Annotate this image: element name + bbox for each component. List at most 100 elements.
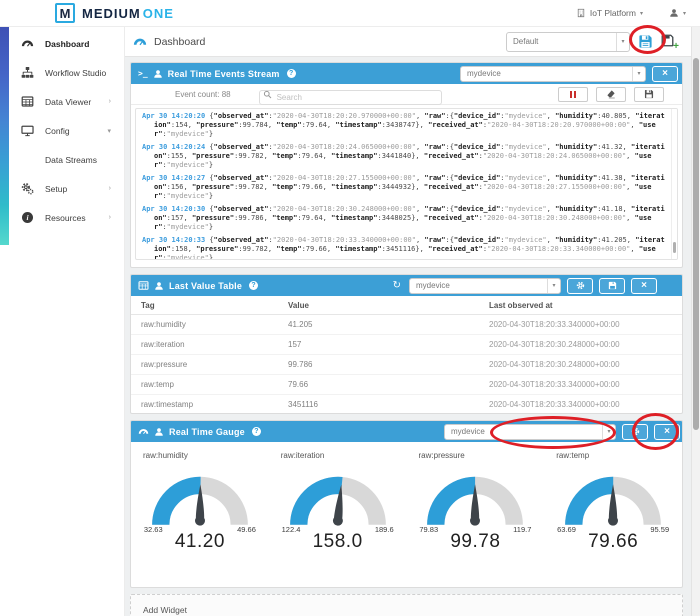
- close-icon: ×: [664, 425, 670, 437]
- real-time-gauge-panel: Real Time Gauge ? mydevice ▾ × raw:humid…: [130, 420, 683, 588]
- sidebar-item-setup[interactable]: Setup ›: [0, 174, 124, 203]
- last-value-table-header[interactable]: Last Value Table ? ↻ mydevice ▾ ×: [131, 275, 682, 296]
- gauge-min: 122.4: [281, 525, 301, 534]
- save-dashboard-icon[interactable]: [638, 34, 653, 49]
- gauge: raw:humidity 32.63 49.66 41.20: [131, 442, 269, 587]
- events-scrollbar: [671, 109, 677, 259]
- table-device-select[interactable]: mydevice ▾: [409, 277, 561, 294]
- events-close-button[interactable]: ×: [652, 65, 678, 82]
- gauge-label: raw:iteration: [280, 451, 325, 460]
- gauge-arc: [565, 476, 662, 526]
- search-icon: [263, 90, 272, 99]
- events-stream-panel: >_ Real Time Events Stream ? mydevice ▾ …: [130, 62, 683, 268]
- gauge-close-button[interactable]: ×: [654, 423, 680, 440]
- page-title: Dashboard: [154, 35, 206, 48]
- gauge-max: 49.66: [237, 525, 256, 534]
- sidebar-item-resources[interactable]: i Resources ›: [0, 203, 124, 232]
- table-settings-button[interactable]: [567, 277, 593, 294]
- events-search: [258, 87, 442, 105]
- page-scrollbar-thumb[interactable]: [693, 58, 699, 430]
- gauge-min: 63.69: [557, 525, 576, 534]
- help-icon[interactable]: ?: [286, 69, 296, 78]
- events-stream-header[interactable]: >_ Real Time Events Stream ? mydevice ▾ …: [131, 63, 682, 84]
- caret-down-icon: ▾: [632, 66, 645, 81]
- caret-down-icon: ▾: [616, 32, 629, 51]
- table-row: raw:timestamp 3451116 2020-04-30T18:20:33.…: [131, 395, 682, 413]
- platform-label: IoT Platform: [589, 8, 636, 18]
- table-row: raw:iteration 157 2020-04-30T18:20:30.2480…: [131, 335, 682, 355]
- refresh-icon[interactable]: ↻: [393, 280, 401, 291]
- floppy-icon: [608, 281, 617, 290]
- sidebar-item-config[interactable]: Config ▾: [0, 116, 124, 145]
- sidebar-item-data-streams[interactable]: Data Streams: [0, 145, 124, 174]
- dashboard-select[interactable]: Default ▾: [506, 31, 630, 52]
- gauge-label: raw:humidity: [143, 451, 188, 460]
- sidebar-item-data-viewer[interactable]: Data Viewer ›: [0, 87, 124, 116]
- table-save-button[interactable]: [599, 277, 625, 294]
- user-icon: [154, 427, 164, 437]
- caret-down-icon: ▾: [682, 10, 686, 17]
- add-widget-button[interactable]: Add Widget: [130, 594, 683, 616]
- platform-menu[interactable]: IoT Platform ▾: [576, 8, 643, 18]
- user-icon: [153, 69, 163, 79]
- brand-logo-icon: M: [55, 3, 75, 23]
- sitemap-icon: [21, 66, 34, 79]
- user-icon: [154, 281, 164, 291]
- event-entry: Apr 30 14:20:27 {"observed_at":"2020-04-…: [142, 174, 665, 200]
- help-icon[interactable]: ?: [249, 281, 259, 290]
- gauge: raw:pressure 79.83 119.7 99.78: [407, 442, 545, 587]
- tachometer-icon: [138, 426, 149, 437]
- pause-button[interactable]: [558, 86, 588, 102]
- help-icon[interactable]: ?: [251, 427, 261, 436]
- event-entry: Apr 30 14:20:24 {"observed_at":"2020-04-…: [142, 143, 665, 169]
- brand-name: MEDIUM ONE: [82, 5, 174, 21]
- event-entry: Apr 30 14:20:30 {"observed_at":"2020-04-…: [142, 205, 665, 231]
- event-count: Event count: 88: [175, 89, 231, 99]
- gauge-min: 79.83: [419, 525, 439, 534]
- events-toolbar: Event count: 88: [131, 84, 682, 105]
- main-area: Dashboard Default ▾ + >_ Real Time Event…: [125, 27, 700, 616]
- clear-button[interactable]: [596, 86, 626, 102]
- caret-down-icon: ▾: [547, 278, 560, 293]
- pause-icon: [570, 90, 572, 98]
- gauge-settings-button[interactable]: [622, 423, 648, 440]
- search-input[interactable]: [258, 89, 442, 105]
- events-log[interactable]: Apr 30 14:20:20 {"observed_at":"2020-04-…: [135, 108, 678, 260]
- export-button[interactable]: [634, 86, 664, 102]
- gauge: raw:iteration 122.4 189.6 158.0: [269, 442, 407, 587]
- gauge-value: 158.0: [312, 531, 363, 552]
- gauge-label: raw:pressure: [418, 451, 465, 460]
- last-value-table-panel: Last Value Table ? ↻ mydevice ▾ × Tag Va…: [130, 274, 683, 414]
- eraser-icon: [606, 89, 616, 99]
- chevron-right-icon: ›: [108, 185, 111, 192]
- sidebar-item-workflow-studio[interactable]: Workflow Studio: [0, 58, 124, 87]
- building-icon: [576, 8, 586, 18]
- gauge-max: 95.59: [650, 525, 670, 534]
- user-menu[interactable]: ▾: [669, 8, 686, 18]
- plus-icon: +: [673, 41, 679, 52]
- user-icon: [669, 8, 679, 18]
- gauge-value: 41.20: [174, 531, 225, 552]
- table-row: raw:temp 79.66 2020-04-30T18:20:33.340000+…: [131, 375, 682, 395]
- gauge: raw:temp 63.69 95.59 79.66: [544, 442, 682, 587]
- gauge-min: 32.63: [143, 525, 163, 534]
- table-icon: [138, 280, 149, 291]
- gauge-device-select[interactable]: mydevice ▾: [444, 423, 616, 440]
- table-close-button[interactable]: ×: [631, 277, 657, 294]
- brand-logo[interactable]: M MEDIUM ONE: [55, 3, 174, 23]
- caret-down-icon: ▾: [639, 10, 643, 17]
- sidebar-item-dashboard[interactable]: Dashboard: [0, 29, 124, 58]
- chevron-right-icon: ›: [108, 98, 111, 105]
- medium-one-dashboard-page: M MEDIUM ONE IoT Platform ▾ ▾ Dashboard …: [0, 0, 700, 616]
- gears-icon: [21, 182, 34, 195]
- events-scrollbar-thumb[interactable]: [673, 242, 676, 253]
- sidebar-accent-strip: [0, 27, 9, 245]
- gauge-arc: [427, 476, 524, 526]
- gauge-value: 79.66: [588, 531, 639, 552]
- events-device-select[interactable]: mydevice ▾: [460, 65, 646, 82]
- panel-title: Last Value Table: [169, 280, 243, 291]
- add-dashboard-icon[interactable]: +: [661, 34, 679, 52]
- real-time-gauge-header[interactable]: Real Time Gauge ? mydevice ▾ ×: [131, 421, 682, 442]
- main-header: Dashboard Default ▾ +: [125, 27, 700, 57]
- gauge-arc: [151, 476, 248, 526]
